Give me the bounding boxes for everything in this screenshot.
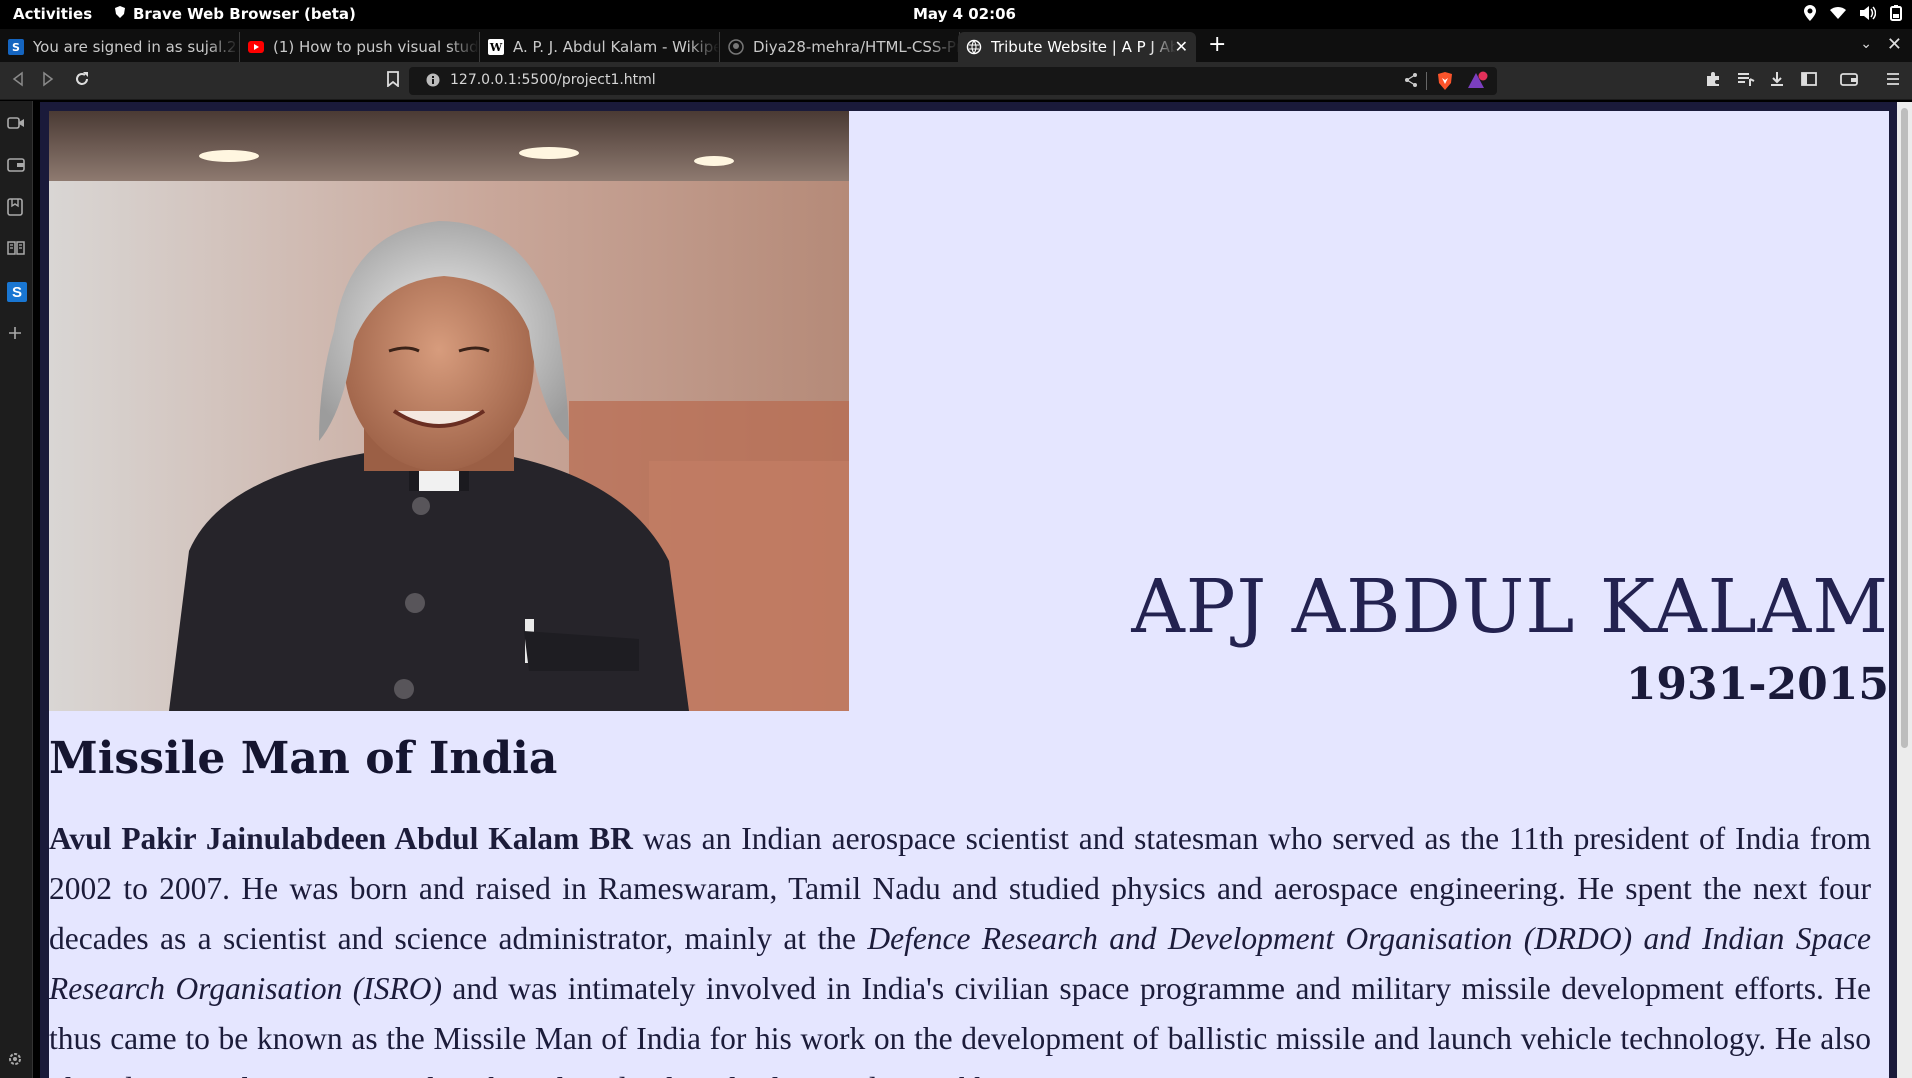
github-icon: [728, 39, 744, 55]
system-tray[interactable]: [1804, 5, 1902, 21]
youtube-icon: [248, 39, 264, 55]
window-close-icon[interactable]: ✕: [1887, 34, 1902, 55]
location-icon: [1804, 5, 1816, 21]
tab-title: (1) How to push visual studio c: [273, 38, 479, 56]
forward-icon[interactable]: [40, 71, 56, 91]
volume-icon: [1860, 6, 1876, 20]
tab-search-chevron-down-icon[interactable]: ⌄: [1860, 36, 1872, 52]
tab-title: You are signed in as sujal.222(: [33, 38, 239, 56]
battery-icon: [1890, 5, 1902, 21]
brave-app-icon: [113, 5, 127, 23]
brave-rewards-icon[interactable]: [1467, 71, 1489, 95]
tab-signed-in[interactable]: S You are signed in as sujal.222(: [0, 32, 240, 62]
scrollbar-thumb[interactable]: [1901, 108, 1908, 748]
activities-button[interactable]: Activities: [13, 5, 92, 23]
bio-full-name: Avul Pakir Jainulabdeen Abdul Kalam BR: [49, 821, 633, 856]
system-top-bar: Activities Brave Web Browser (beta) May …: [0, 0, 1912, 29]
tab-strip: S You are signed in as sujal.222( (1) Ho…: [0, 29, 1912, 62]
brave-shields-icon[interactable]: [1436, 71, 1454, 95]
wikipedia-icon: W: [488, 39, 504, 55]
reload-icon[interactable]: [74, 71, 90, 91]
page-scrollbar[interactable]: [1897, 102, 1912, 1078]
bookmarks-sidebar-icon[interactable]: [7, 198, 23, 220]
address-bar[interactable]: 127.0.0.1:5500/project1.html: [409, 67, 1497, 95]
site-info-icon[interactable]: [426, 73, 440, 91]
clock[interactable]: May 4 02:06: [913, 5, 1016, 23]
wifi-icon: [1830, 6, 1846, 20]
playlist-icon[interactable]: [1737, 71, 1755, 91]
tab-github[interactable]: Diya28-mehra/HTML-CSS-Pro: [720, 32, 960, 62]
hero-name-heading: APJ ABDUL KALAM: [1131, 564, 1889, 650]
wallet-sidebar-icon[interactable]: [7, 157, 25, 176]
globe-icon: [966, 39, 982, 55]
svg-text:S: S: [12, 284, 22, 301]
tab-close-icon[interactable]: ✕: [1175, 37, 1188, 56]
brave-talk-icon[interactable]: [7, 115, 25, 134]
tribute-page: APJ ABDUL KALAM 1931-2015 Missile Man of…: [49, 111, 1889, 1078]
app-name: Brave Web Browser (beta): [133, 5, 356, 23]
browser-toolbar: 127.0.0.1:5500/project1.html: [0, 62, 1912, 100]
download-icon[interactable]: [1769, 71, 1785, 91]
kalam-portrait-image: [49, 111, 849, 711]
app-menu[interactable]: Brave Web Browser (beta): [113, 5, 356, 23]
url-divider: [1426, 72, 1427, 90]
reading-list-icon[interactable]: [7, 240, 25, 260]
bookmark-icon[interactable]: [387, 71, 399, 91]
s-app-icon[interactable]: S: [7, 282, 27, 306]
browser-sidebar: S: [0, 101, 33, 1078]
s-logo-icon: S: [8, 39, 24, 55]
tab-tribute-active[interactable]: Tribute Website | A P J Abdu ✕: [958, 32, 1196, 62]
tab-title: Diya28-mehra/HTML-CSS-Pro: [753, 38, 959, 56]
tab-youtube[interactable]: (1) How to push visual studio c: [240, 32, 480, 62]
hero-years: 1931-2015: [1625, 659, 1889, 710]
subtitle-heading: Missile Man of India: [49, 733, 558, 784]
menu-hamburger-icon[interactable]: [1886, 71, 1900, 90]
biography-paragraph: Avul Pakir Jainulabdeen Abdul Kalam BR w…: [49, 814, 1871, 1078]
tab-title: Tribute Website | A P J Abdu: [991, 38, 1176, 56]
tab-wikipedia[interactable]: W A. P. J. Abdul Kalam - Wikipedi: [480, 32, 720, 62]
share-icon[interactable]: [1403, 72, 1419, 92]
back-icon[interactable]: [10, 71, 26, 91]
url-text[interactable]: 127.0.0.1:5500/project1.html: [450, 72, 656, 88]
sidebar-settings-gear-icon[interactable]: [7, 1051, 23, 1071]
tab-title: A. P. J. Abdul Kalam - Wikipedi: [513, 38, 719, 56]
new-tab-button[interactable]: +: [1208, 33, 1226, 57]
web-page-viewport: APJ ABDUL KALAM 1931-2015 Missile Man of…: [40, 102, 1897, 1078]
add-sidebar-item-icon[interactable]: [7, 325, 23, 345]
wallet-icon[interactable]: [1840, 71, 1858, 91]
extensions-puzzle-icon[interactable]: [1705, 71, 1721, 91]
sidebar-toggle-icon[interactable]: [1801, 71, 1817, 91]
